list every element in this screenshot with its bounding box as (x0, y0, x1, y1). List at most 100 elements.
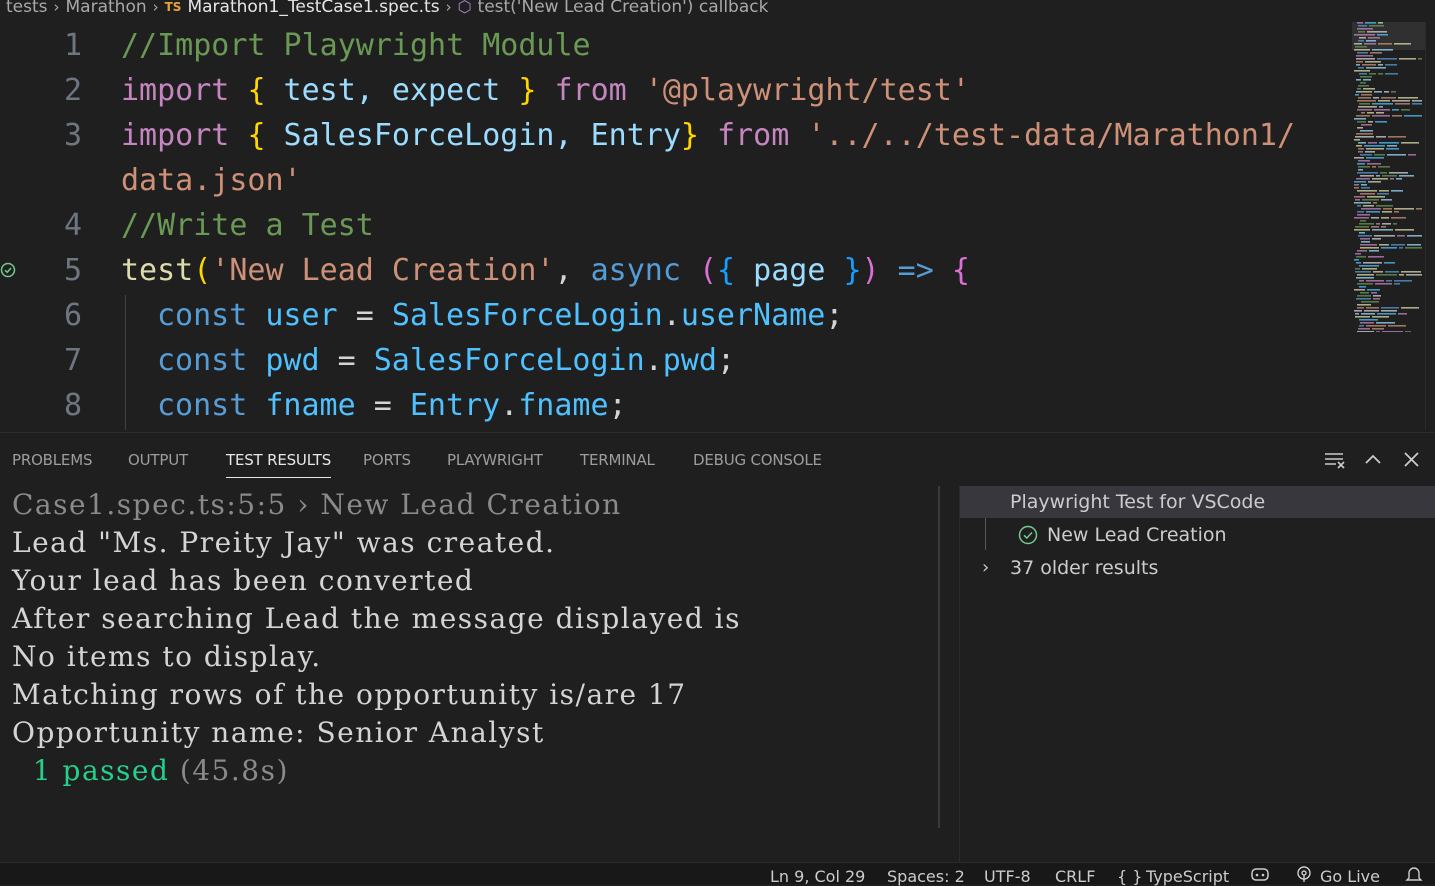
variable: pwd (265, 343, 320, 378)
minimap-line (1366, 325, 1386, 327)
test-output[interactable]: Case1.spec.ts:5:5 › New Lead Creation Le… (12, 486, 932, 790)
minimap-line (1395, 229, 1414, 231)
minimap-line (1399, 58, 1416, 60)
minimap-line (1361, 313, 1375, 315)
paren: ( (698, 253, 718, 288)
punct: ; (716, 343, 735, 378)
breadcrumb-folder-marathon[interactable]: Marathon (66, 0, 147, 17)
minimap-line (1357, 100, 1376, 102)
breadcrumb-folder-tests[interactable]: tests (6, 0, 48, 17)
minimap-line (1358, 328, 1370, 330)
broadcast-icon (1297, 866, 1311, 882)
string: '../../test-data/Marathon1/ (807, 118, 1296, 153)
copilot-icon[interactable] (1250, 866, 1270, 882)
minimap-line (1354, 118, 1366, 120)
minimap-line (1360, 322, 1374, 324)
breadcrumb-file[interactable]: Marathon1_TestCase1.spec.ts (187, 0, 439, 17)
minimap-line (1358, 97, 1371, 99)
results-root[interactable]: Playwright Test for VSCode (960, 486, 1435, 518)
cursor-position[interactable]: Ln 9, Col 29 (770, 867, 865, 886)
minimap[interactable] (1352, 22, 1424, 332)
code-comment: //Write a Test (121, 208, 374, 243)
identifier: page (753, 253, 826, 288)
minimap-line (1378, 73, 1383, 75)
minimap-line (1379, 106, 1383, 108)
minimap-line (1359, 223, 1374, 225)
minimap-line (1375, 283, 1392, 285)
status-bar: Ln 9, Col 29 Spaces: 2 UTF-8 CRLF { } Ty… (0, 862, 1435, 886)
minimap-line (1356, 298, 1371, 300)
minimap-line (1393, 223, 1397, 225)
minimap-line (1359, 325, 1364, 327)
minimap-line (1357, 304, 1371, 306)
older-results-label: 37 older results (1010, 557, 1159, 579)
minimap-line (1376, 331, 1380, 332)
minimap-line (1354, 181, 1366, 183)
minimap-line (1379, 190, 1389, 192)
close-panel-icon[interactable] (1399, 447, 1425, 473)
minimap-line (1394, 43, 1411, 45)
tab-terminal[interactable]: TERMINAL (580, 451, 655, 469)
passed-label: passed (62, 754, 170, 787)
minimap-line (1408, 154, 1416, 156)
code-line: 3 import { SalesForceLogin, Entry} from … (0, 115, 1350, 160)
minimap-line (1356, 55, 1373, 57)
minimap-line (1378, 166, 1390, 168)
bell-icon[interactable] (1405, 866, 1423, 882)
minimap-line (1355, 313, 1359, 315)
go-live-button[interactable]: Go Live (1320, 867, 1380, 886)
indentation[interactable]: Spaces: 2 (887, 867, 965, 886)
clear-results-icon[interactable] (1322, 447, 1348, 473)
minimap-line (1362, 199, 1379, 201)
tree-indent-guide (985, 518, 986, 550)
line-ending[interactable]: CRLF (1055, 867, 1095, 886)
minimap-line (1366, 211, 1380, 213)
braces-icon: { } (1117, 867, 1143, 886)
minimap-line (1359, 103, 1370, 105)
minimap-line (1355, 316, 1370, 318)
minimap-line (1377, 313, 1396, 315)
minimap-line (1354, 229, 1370, 231)
identifier: SalesForceLogin (391, 298, 663, 333)
output-scrollbar[interactable] (938, 486, 940, 828)
minimap-line (1361, 94, 1372, 96)
minimap-line (1357, 211, 1364, 213)
indent-guide (125, 385, 126, 430)
tab-playwright[interactable]: PLAYWRIGHT (447, 451, 543, 469)
minimap-line (1401, 109, 1410, 111)
minimap-line (1360, 238, 1370, 240)
tab-output[interactable]: OUTPUT (128, 451, 188, 469)
minimap-line (1377, 58, 1397, 60)
tab-ports[interactable]: PORTS (363, 451, 411, 469)
punct: ; (825, 298, 844, 333)
encoding[interactable]: UTF-8 (984, 867, 1031, 886)
minimap-line (1356, 262, 1361, 264)
language-mode[interactable]: TypeScript (1146, 867, 1229, 886)
breadcrumb-symbol[interactable]: test('New Lead Creation') callback (478, 0, 769, 17)
minimap-line (1407, 244, 1421, 246)
minimap-line (1360, 82, 1366, 84)
code-editor[interactable]: 1 //Import Playwright Module 2 import { … (0, 25, 1350, 431)
minimap-line (1354, 196, 1365, 198)
minimap-line (1407, 235, 1422, 237)
line-number: 2 (63, 73, 82, 108)
punct: , (554, 253, 573, 288)
older-results[interactable]: › 37 older results (960, 552, 1435, 584)
minimap-line (1357, 274, 1374, 276)
output-line: Lead "Ms. Preity Jay" was created. (12, 526, 556, 559)
tab-test-results[interactable]: TEST RESULTS (226, 451, 331, 478)
tab-problems[interactable]: PROBLEMS (12, 451, 92, 469)
panel-tab-bar: PROBLEMS OUTPUT TEST RESULTS PORTS PLAYW… (0, 433, 1435, 483)
maximize-panel-icon[interactable] (1360, 447, 1386, 473)
minimap-line (1372, 103, 1393, 105)
indent-guide (125, 340, 126, 385)
minimap-line (1358, 151, 1363, 153)
minimap-line (1360, 193, 1375, 195)
result-item[interactable]: New Lead Creation (960, 519, 1435, 551)
vertical-scrollbar[interactable] (1425, 22, 1435, 430)
minimap-line (1378, 100, 1390, 102)
minimap-line (1372, 115, 1390, 117)
tab-debug-console[interactable]: DEBUG CONSOLE (693, 451, 822, 469)
code-comment: //Import Playwright Module (121, 28, 591, 63)
minimap-line (1389, 172, 1408, 174)
